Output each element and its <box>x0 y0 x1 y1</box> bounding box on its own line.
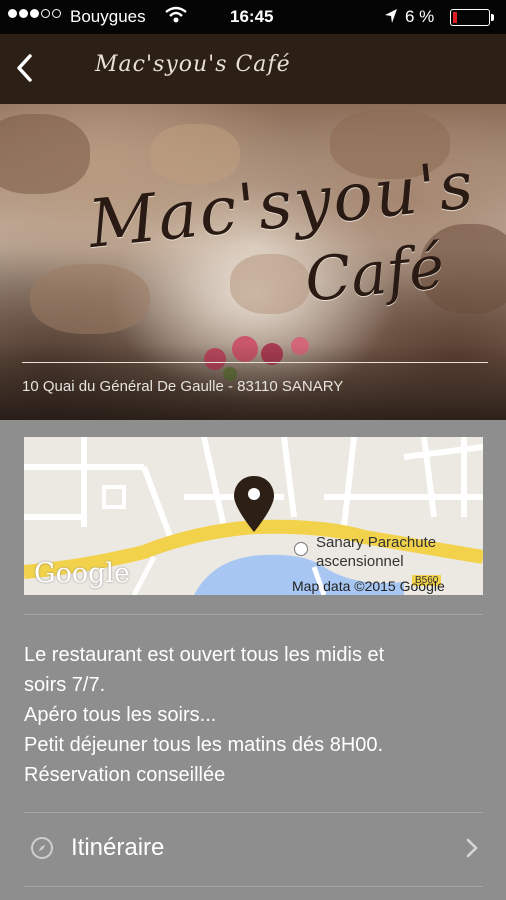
signal-strength-icon <box>8 9 61 18</box>
opening-hours-text: Le restaurant est ouvert tous les midis … <box>24 644 385 786</box>
status-bar: Bouygues 16:45 6 % <box>0 0 506 34</box>
battery-percent: 6 % <box>405 7 435 26</box>
itinerary-row[interactable]: Itinéraire <box>24 813 483 885</box>
divider <box>24 886 483 887</box>
hero-divider <box>22 362 488 363</box>
map-attribution: Map data ©2015 Google <box>292 578 445 594</box>
divider <box>24 614 483 615</box>
itinerary-label: Itinéraire <box>71 834 165 861</box>
hero-logo-line2: Café <box>301 231 448 317</box>
clock: 16:45 <box>230 7 274 26</box>
poi-marker-icon <box>294 542 308 556</box>
nav-logo: Mac'syou's Café <box>95 52 291 77</box>
restaurant-address: 10 Quai du Général De Gaulle - 83110 SAN… <box>22 378 344 395</box>
navigation-bar: Mac'syou's Café <box>0 34 506 104</box>
google-logo: Google <box>34 558 130 589</box>
back-chevron-icon[interactable] <box>10 50 40 86</box>
chevron-right-icon <box>466 838 478 858</box>
hero-banner: Mac'syou's Café 10 Quai du Général De Ga… <box>0 104 506 420</box>
wifi-icon <box>165 6 187 23</box>
carrier-name: Bouygues <box>70 7 146 26</box>
poi-label: Sanary Parachute ascensionnel <box>316 534 437 570</box>
battery-icon <box>450 9 494 26</box>
map-pin-icon[interactable] <box>232 474 276 534</box>
location-arrow-icon <box>385 9 397 23</box>
location-map[interactable]: Sanary Parachute ascensionnel Google B56… <box>24 437 483 595</box>
compass-icon <box>31 837 53 859</box>
